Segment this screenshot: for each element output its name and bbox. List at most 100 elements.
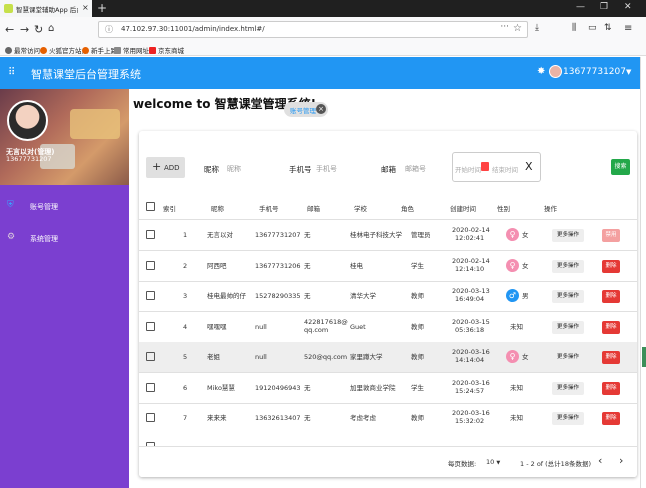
window-close-icon[interactable]: ✕	[624, 2, 632, 12]
column-header[interactable]: 索引	[163, 203, 176, 213]
delete-button[interactable]: 删除	[602, 381, 620, 395]
notification-icon[interactable]: ✸	[537, 66, 545, 77]
more-actions-button[interactable]: 更多操作	[552, 412, 584, 425]
sync-icon[interactable]: ⇅	[604, 23, 612, 33]
page-scrollbar[interactable]	[640, 57, 646, 488]
forward-icon[interactable]: →	[20, 23, 29, 36]
disable-button[interactable]: 禁用	[602, 229, 620, 242]
row-checkbox[interactable]	[146, 352, 155, 361]
new-tab-icon[interactable]: +	[97, 1, 107, 15]
breadcrumb-chip[interactable]: 账号管理 ×	[284, 102, 328, 117]
calendar-icon[interactable]	[481, 162, 489, 171]
bookmark-item[interactable]: 常用网址	[114, 45, 149, 55]
column-header[interactable]: 角色	[401, 203, 414, 213]
sidebar-item-system[interactable]: ⚙ 系统管理	[0, 228, 129, 250]
back-icon[interactable]: ←	[5, 23, 14, 36]
column-header[interactable]: 学校	[354, 203, 367, 213]
firefox-icon	[40, 47, 47, 54]
row-checkbox[interactable]	[146, 291, 155, 300]
female-icon: ♀	[506, 258, 519, 272]
bookmark-star-icon[interactable]: ☆	[513, 23, 522, 34]
clear-date-button[interactable]: X	[525, 160, 533, 173]
row-checkbox[interactable]	[146, 260, 155, 270]
app-header: ⠿ 智慧课堂后台管理系统 ✸ 13677731207 ▼	[0, 57, 640, 89]
bookmark-item[interactable]: 最常访问	[5, 45, 40, 55]
select-all-checkbox[interactable]	[146, 202, 155, 211]
browser-nav-bar: ← → ↻ ⌂ ⓘ 47.102.97.30:11001/admin/index…	[0, 17, 646, 43]
cell-school: 家里蹲大学	[350, 353, 383, 361]
sidebar-toggle-icon[interactable]: ▭	[588, 23, 597, 33]
row-checkbox[interactable]	[146, 321, 155, 331]
reload-icon[interactable]: ↻	[34, 23, 43, 36]
restore-icon[interactable]: ❐	[600, 2, 608, 12]
search-button[interactable]: 搜索	[611, 159, 630, 175]
more-actions-button[interactable]: 更多操作	[552, 229, 584, 242]
more-actions-button[interactable]: 更多操作	[552, 259, 584, 273]
cell-email: 无	[304, 383, 311, 392]
cell-time: 16:49:04	[455, 295, 485, 303]
email-input[interactable]: 邮箱号	[405, 164, 426, 174]
user-phone[interactable]: 13677731207	[563, 67, 626, 77]
more-actions-button[interactable]: 更多操作	[552, 381, 584, 395]
start-time-input[interactable]: 开始时间	[455, 164, 481, 174]
delete-button[interactable]: 删除	[602, 320, 620, 334]
page-range-text: 1 - 2 of (总计18条数据)	[520, 460, 591, 468]
url-bar[interactable]: ⓘ 47.102.97.30:11001/admin/index.html#/ …	[98, 21, 528, 38]
bookmark-item[interactable]: 新手上路	[82, 45, 117, 55]
column-header[interactable]: 昵称	[211, 203, 224, 213]
browser-tab[interactable]: 智慧课堂辅助App 后台管理系统 ×	[0, 0, 92, 17]
avatar[interactable]	[549, 65, 562, 78]
delete-button[interactable]: 删除	[602, 351, 620, 364]
next-page-icon[interactable]: ›	[619, 454, 623, 467]
bookmark-item[interactable]: 火狐官方站点	[40, 45, 88, 55]
delete-button[interactable]: 删除	[602, 290, 620, 303]
row-checkbox[interactable]	[146, 230, 155, 239]
table-row[interactable]: 7 来来来 13632613407 无 考虑考虑 教师 2020-03-16 15:32:02…	[139, 403, 637, 433]
column-header[interactable]: 操作	[544, 203, 557, 213]
row-checkbox[interactable]	[146, 413, 155, 422]
user-avatar[interactable]	[7, 100, 48, 141]
table-row[interactable]: 3 桂电最帅的仔 15278290335 无 清华大学 教师 2020-03-13 16:49…	[139, 281, 637, 311]
more-actions-button[interactable]: 更多操作	[552, 351, 584, 364]
end-time-input[interactable]: 结束时间	[492, 164, 518, 174]
bookmark-item[interactable]: 京东商城	[149, 45, 184, 55]
cell-phone: 13677731206	[255, 261, 301, 270]
table-row[interactable]: 4 嘿嘿嘿 null 422817618@qq.com Guet 教师 2020-03-15…	[139, 312, 637, 342]
scrollbar-thumb[interactable]	[642, 347, 646, 367]
home-icon[interactable]: ⌂	[48, 23, 54, 34]
table-row[interactable]: 5 老姐 null 520@qq.com 家里蹲大学 教师 2020-03-16 14:14:…	[139, 342, 637, 372]
table-row[interactable]: 2 阿西吧 13677731206 无 桂电 学生 2020-02-14 12:14:10 ♀ 女…	[139, 251, 637, 281]
page-actions-icon[interactable]: ···	[500, 22, 509, 32]
add-button[interactable]: + ADD	[146, 157, 185, 178]
table-row-partial[interactable]	[139, 434, 637, 451]
rows-per-page-select[interactable]: 10 ▼	[486, 458, 500, 466]
library-icon[interactable]: ⫼	[572, 23, 576, 33]
chevron-down-icon[interactable]: ▼	[626, 68, 631, 76]
phone-input[interactable]: 手机号	[316, 164, 337, 174]
more-actions-button[interactable]: 更多操作	[552, 290, 584, 303]
sidebar-item-accounts[interactable]: ⛨ 账号管理	[0, 196, 129, 218]
delete-button[interactable]: 删除	[602, 412, 620, 425]
row-checkbox[interactable]	[146, 382, 155, 392]
table-row[interactable]: 6 Miko慧慧 19120496943 无 加里敦商业学院 学生 2020-03-16 15…	[139, 373, 637, 403]
date-range-picker[interactable]: 开始时间 结束时间 X	[452, 152, 541, 182]
plus-icon: +	[152, 160, 162, 173]
column-header[interactable]: 手机号	[259, 203, 279, 213]
close-tab-icon[interactable]: ×	[82, 3, 89, 12]
accounts-card: + ADD 昵称 昵称 手机号 手机号 邮箱 邮箱号 开始时间 结束时间 X 搜…	[139, 131, 637, 477]
column-header[interactable]: 性别	[497, 203, 510, 213]
prev-page-icon[interactable]: ‹	[598, 454, 602, 467]
column-header[interactable]: 创建时间	[450, 203, 476, 213]
close-icon[interactable]: ×	[316, 104, 326, 114]
shield-icon: ⛨	[7, 200, 14, 210]
apps-grid-icon[interactable]: ⠿	[8, 67, 15, 78]
nickname-input[interactable]: 昵称	[227, 164, 241, 174]
delete-button[interactable]: 删除	[602, 259, 620, 273]
menu-icon[interactable]: ≡	[624, 23, 632, 34]
more-actions-button[interactable]: 更多操作	[552, 320, 584, 334]
download-icon[interactable]: ⤓	[535, 23, 539, 33]
minimize-icon[interactable]: —	[576, 2, 585, 12]
site-info-icon[interactable]: ⓘ	[105, 24, 113, 35]
table-row[interactable]: 1 无言以对 13677731207 无 桂林电子科技大学 管理员 2020-02-14 12…	[139, 220, 637, 250]
column-header[interactable]: 邮箱	[307, 203, 320, 213]
